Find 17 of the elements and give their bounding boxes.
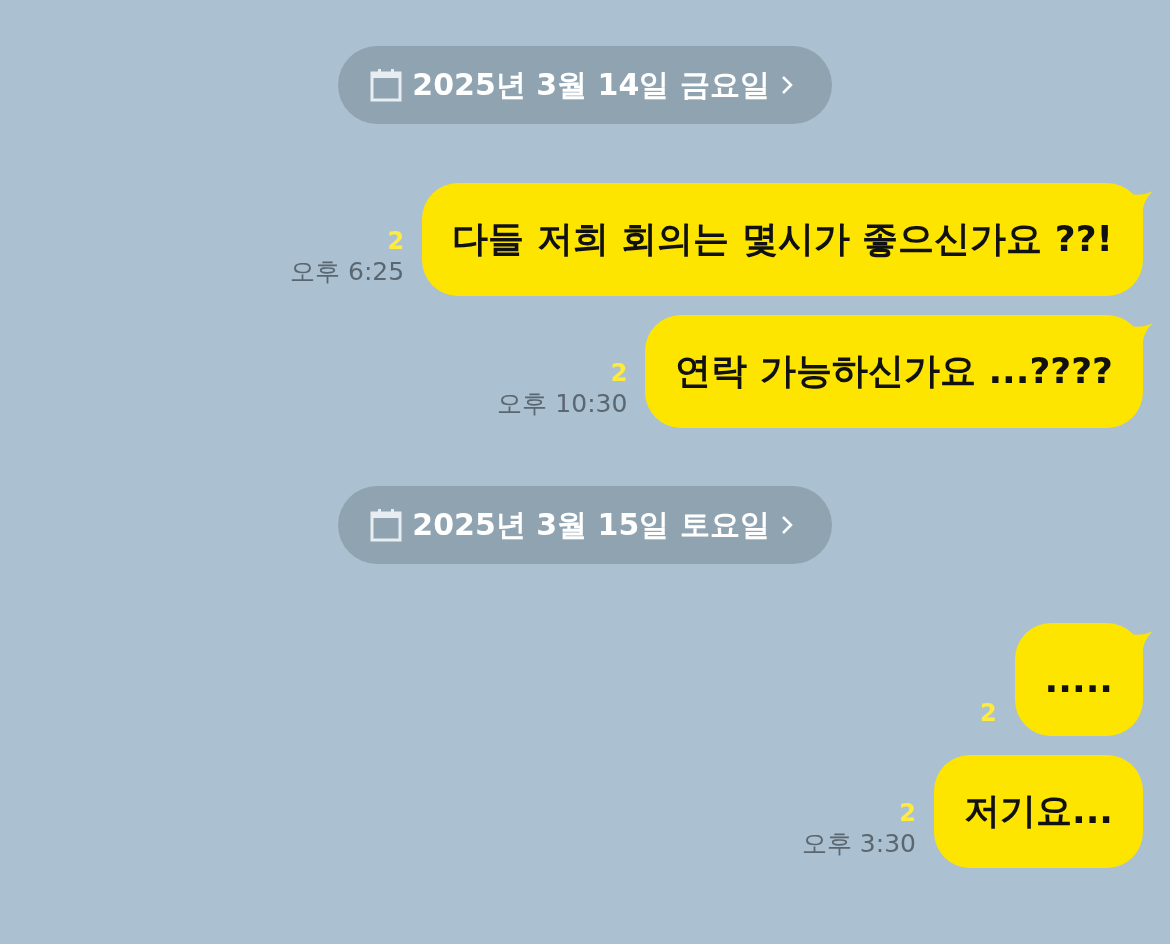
message-time: 오후 10:30 xyxy=(497,388,628,420)
date-divider[interactable]: 2025년 3월 14일 금요일 xyxy=(338,46,832,124)
date-label: 2025년 3월 15일 토요일 xyxy=(412,505,770,544)
message-bubble: 연락 가능하신가요 ...???? xyxy=(645,315,1143,428)
calendar-icon xyxy=(370,68,403,102)
unread-count: 2 xyxy=(387,226,405,256)
message-bubble: ..... xyxy=(1014,623,1143,736)
unread-count: 2 xyxy=(899,798,916,828)
message-bubble: 다들 저희 회의는 몇시가 좋으신가요 ??! xyxy=(422,183,1143,296)
message-time: 오후 6:25 xyxy=(290,256,405,288)
date-label: 2025년 3월 14일 금요일 xyxy=(412,65,770,104)
unread-count: 2 xyxy=(610,358,628,388)
calendar-icon xyxy=(370,508,403,542)
message-bubble: 저기요... xyxy=(933,755,1143,868)
unread-count: 2 xyxy=(979,698,997,728)
message-time: 오후 3:30 xyxy=(801,828,916,860)
date-divider[interactable]: 2025년 3월 15일 토요일 xyxy=(338,486,832,564)
